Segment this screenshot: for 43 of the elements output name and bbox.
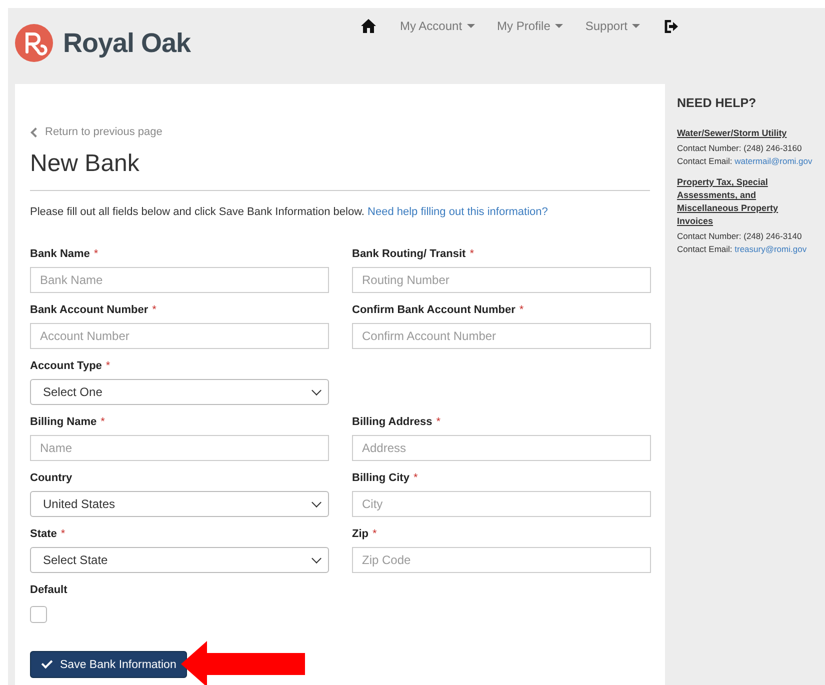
field-label: Bank Routing/ Transit * xyxy=(352,248,475,262)
field-label: Zip * xyxy=(352,528,378,542)
logo-icon xyxy=(15,24,53,62)
text-field[interactable]: Account Number xyxy=(30,323,329,349)
checkbox[interactable] xyxy=(30,606,47,623)
text-field[interactable]: Name xyxy=(30,435,329,461)
contact-title[interactable]: Property Tax, Special Assessments, and Miscellaneous Property Invoices xyxy=(677,176,797,228)
nav-menu[interactable]: My Profile xyxy=(486,17,574,35)
nav-menu[interactable]: Support xyxy=(574,17,652,35)
field-label: Billing Name * xyxy=(30,416,106,430)
contact-number: Contact Number: (248) 246-3140 xyxy=(677,230,803,243)
field-label: Confirm Bank Account Number * xyxy=(352,304,525,318)
field-label: Default xyxy=(30,584,68,598)
page-title: New Bank xyxy=(30,150,140,179)
field-label: State * xyxy=(30,528,66,542)
field-label: Account Type * xyxy=(30,360,112,374)
text-field[interactable]: City xyxy=(352,491,651,517)
field-label: Bank Account Number * xyxy=(30,304,158,318)
text-field[interactable]: Address xyxy=(352,435,651,461)
help-title: NEED HELP? xyxy=(677,96,756,110)
email-label: Contact Email: xyxy=(677,156,734,166)
field-label: Country xyxy=(30,472,74,486)
nav-menu[interactable]: My Account xyxy=(389,17,486,35)
email-link[interactable]: treasury@romi.gov xyxy=(734,244,807,254)
save-button[interactable]: Save Bank Information xyxy=(30,651,188,678)
field-label: Bank Name * xyxy=(30,248,100,262)
text-field[interactable]: Bank Name xyxy=(30,267,329,293)
help-link[interactable]: Need help filling out this information? xyxy=(368,206,548,218)
field-label: Billing City * xyxy=(352,472,419,486)
contact-title[interactable]: Water/Sewer/Storm Utility xyxy=(677,127,797,140)
email-link[interactable]: watermail@romi.gov xyxy=(734,156,812,166)
logo-text: Royal Oak xyxy=(63,28,191,58)
instructions-text: Please fill out all fields below and click Save Bank Information below. Need help filling out this information? xyxy=(30,206,549,218)
contact-number: Contact Number: (248) 246-3160 xyxy=(677,142,803,155)
select-dropdown[interactable]: United States xyxy=(30,491,329,517)
back-link[interactable]: Return to previous page xyxy=(30,124,162,140)
text-field[interactable]: Confirm Account Number xyxy=(352,323,651,349)
select-dropdown[interactable]: Select One xyxy=(30,379,329,405)
text-field[interactable]: Routing Number xyxy=(352,267,651,293)
text-field[interactable]: Zip Code xyxy=(352,547,651,573)
field-label: Billing Address * xyxy=(352,416,442,430)
select-dropdown[interactable]: Select State xyxy=(30,547,329,573)
email-label: Contact Email: xyxy=(677,244,734,254)
